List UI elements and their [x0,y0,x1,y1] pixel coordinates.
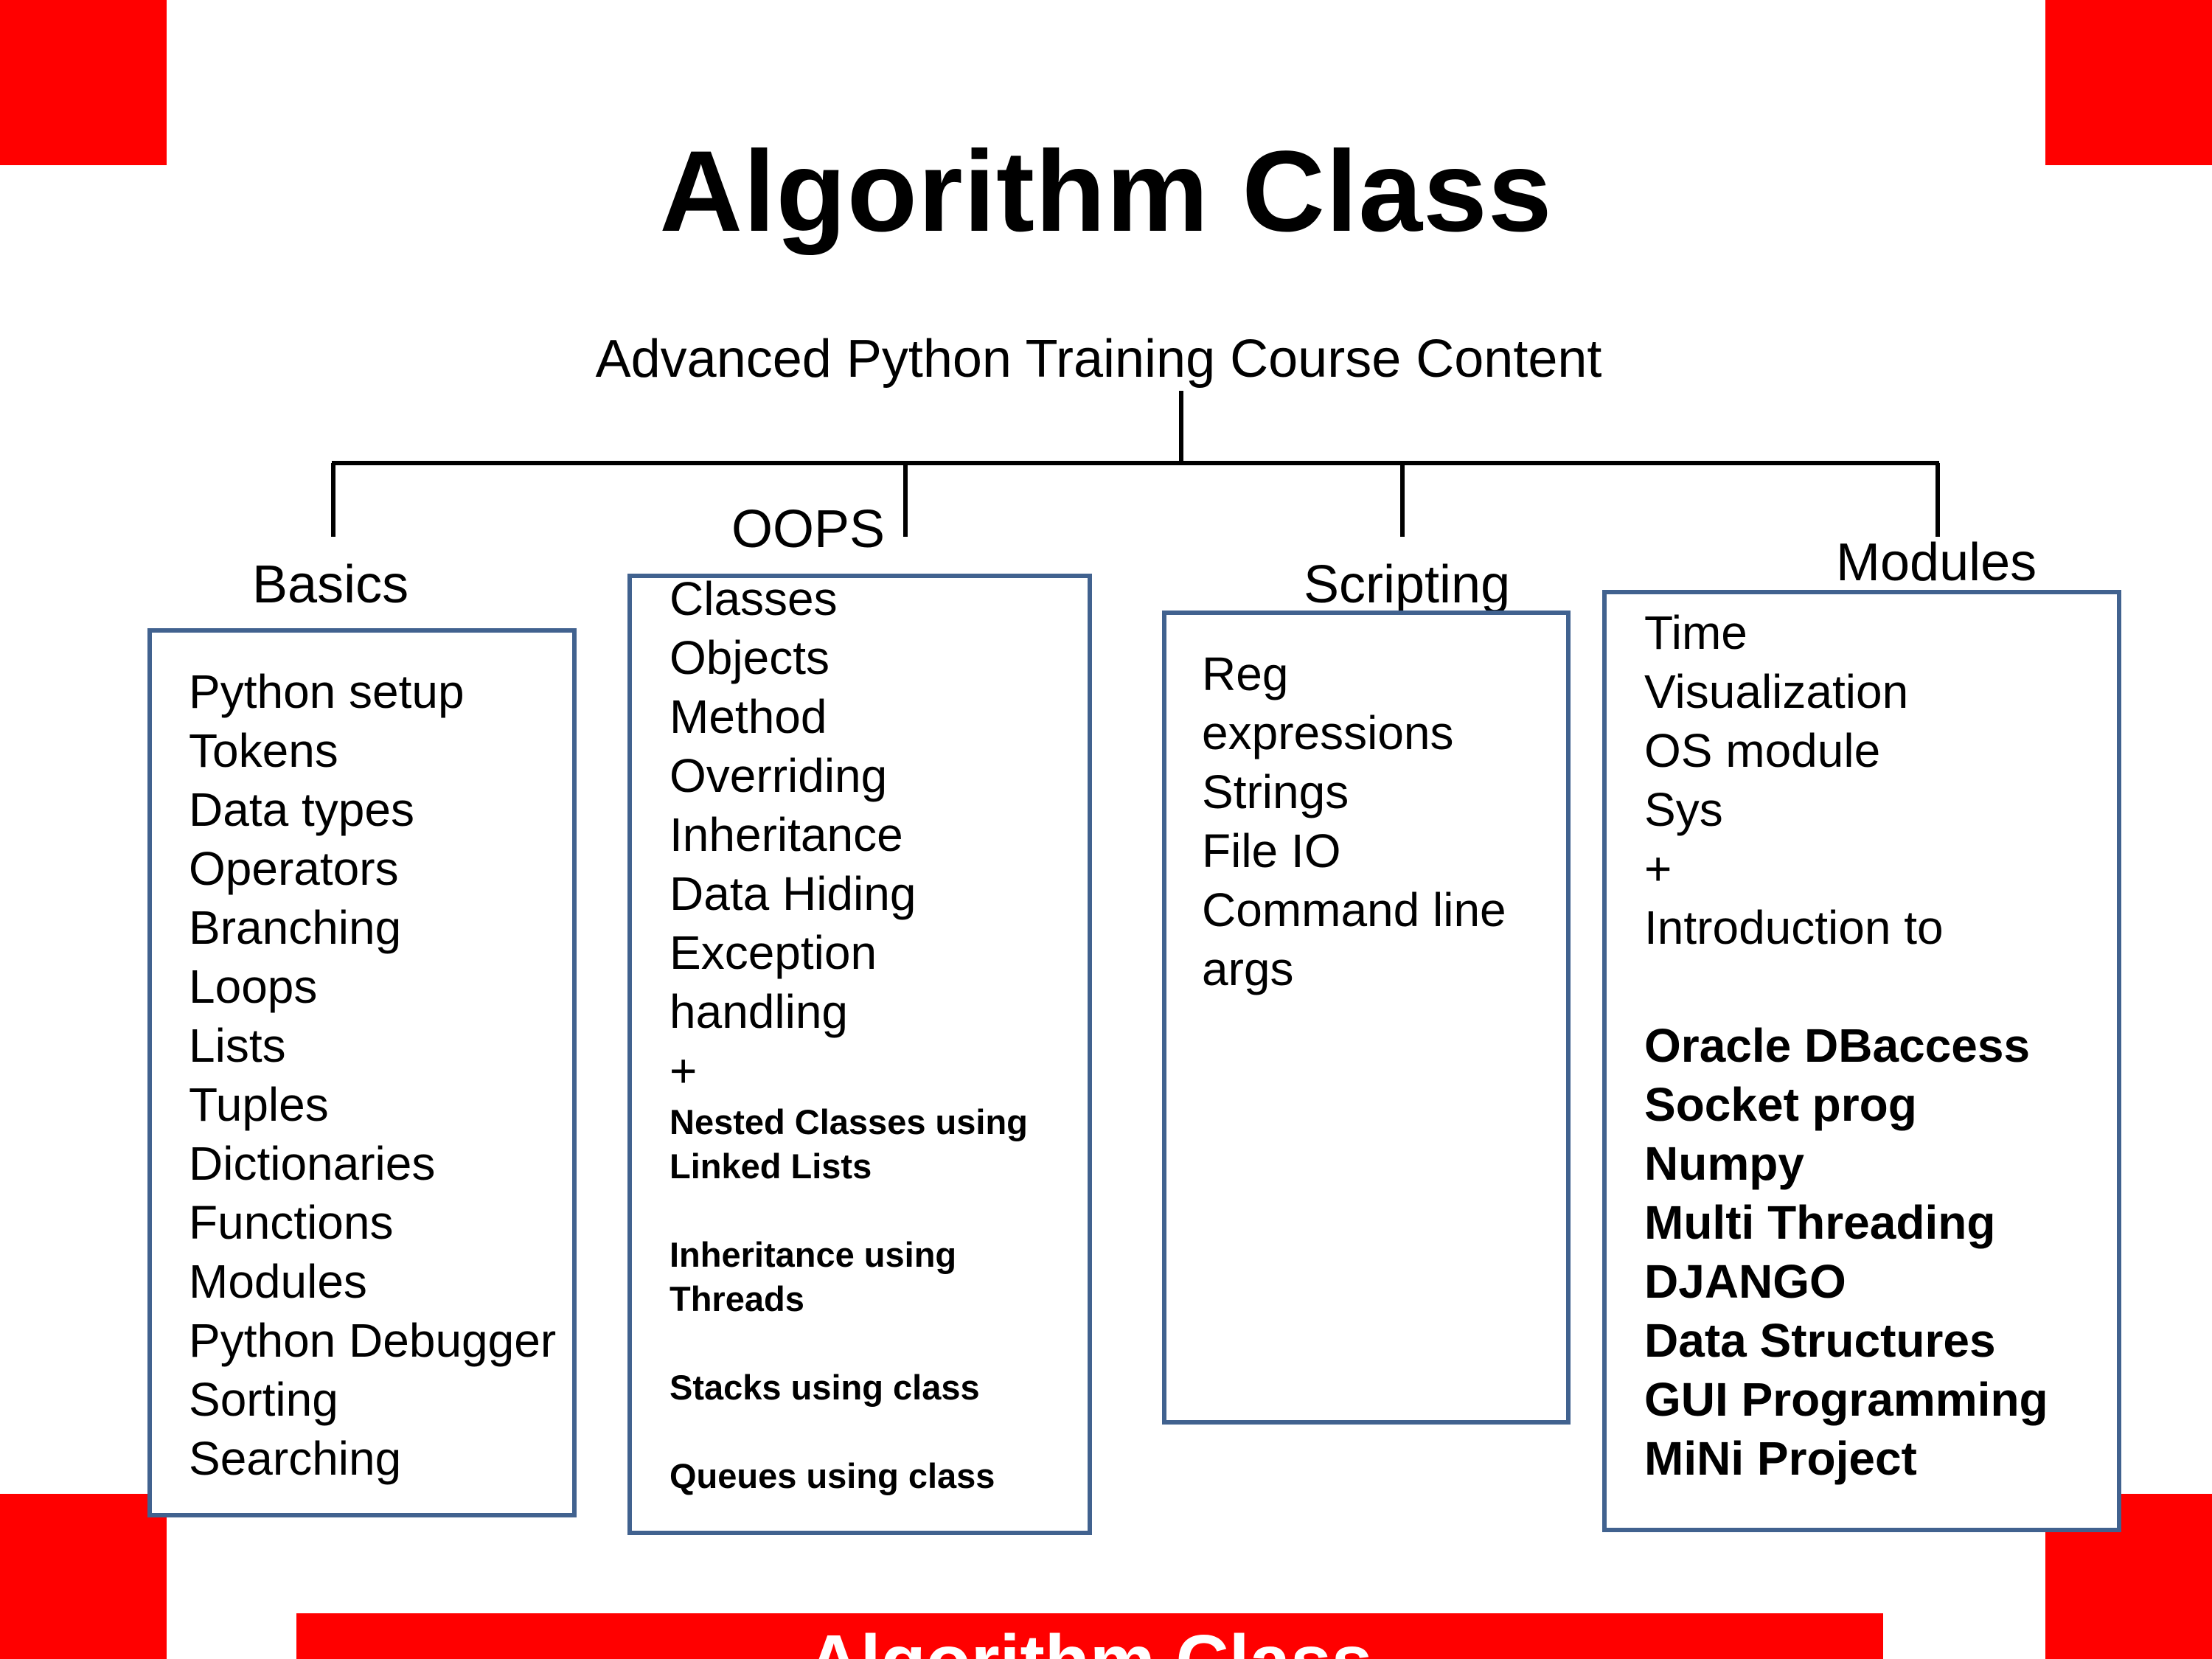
list-item: Sorting [189,1373,338,1426]
list-item: Introduction to [1644,901,1944,954]
list-scripting: Reg expressions Strings File IO Command … [1202,644,1506,998]
list-item: Lists [189,1019,286,1072]
list-item: Linked Lists [669,1147,872,1186]
category-label-basics: Basics [252,555,409,614]
list-item: + [669,1044,698,1097]
list-oops: Classes Objects Method Overriding Inheri… [669,569,1028,1498]
list-item: Oracle DBaccess [1644,1019,2031,1072]
list-item: Exception [669,926,877,979]
list-item: Time [1644,606,1747,659]
list-item: Functions [189,1196,394,1249]
list-item: OS module [1644,724,1881,777]
list-item: MiNi Project [1644,1432,1917,1485]
list-item: Visualization [1644,665,1909,718]
list-item: Operators [189,842,399,895]
list-basics: Python setup Tokens Data types Operators… [189,662,556,1488]
list-item: Stacks using class [669,1368,980,1407]
list-item: Data types [189,783,414,836]
list-item: expressions [1202,706,1454,759]
list-item: + [1644,842,1672,895]
footer-banner: Algorithm Class [296,1613,1883,1659]
list-item: Tokens [189,724,338,777]
list-item: Sys [1644,783,1723,836]
list-item: Tuples [189,1078,329,1131]
list-item: Searching [189,1432,402,1485]
list-item: Strings [1202,765,1349,818]
list-item: DJANGO [1644,1255,1846,1308]
list-item: Method [669,690,827,743]
list-item: Queues using class [669,1456,995,1495]
list-item: Branching [189,901,402,954]
list-item: Socket prog [1644,1078,1917,1131]
list-spacer [669,1189,1028,1233]
list-item: Numpy [1644,1137,1804,1190]
list-item: Threads [669,1279,804,1318]
list-item: Inheritance [669,808,903,861]
list-item: Dictionaries [189,1137,436,1190]
list-item: File IO [1202,824,1341,877]
list-item: Modules [189,1255,367,1308]
list-item: Command line [1202,883,1506,936]
list-item: Data Structures [1644,1314,1996,1367]
list-spacer [669,1410,1028,1454]
category-label-oops: OOPS [731,500,886,559]
list-modules: Time Visualization OS module Sys + Intro… [1644,603,2048,1488]
list-item: Loops [189,960,318,1013]
list-item: Classes [669,572,838,625]
list-spacer [1644,957,2048,1016]
list-item: handling [669,985,848,1038]
list-item: Python Debugger [189,1314,557,1367]
list-item: Overriding [669,749,888,802]
list-spacer [669,1321,1028,1366]
list-item: Inheritance using [669,1235,957,1274]
list-item: Nested Classes using [669,1102,1028,1141]
footer-text: Algorithm Class [296,1621,1883,1659]
list-item: Python setup [189,665,465,718]
list-item: Reg [1202,647,1289,700]
list-item: Objects [669,631,830,684]
category-label-scripting: Scripting [1304,555,1511,614]
list-item: Data Hiding [669,867,917,920]
list-item: Multi Threading [1644,1196,1996,1249]
category-label-modules: Modules [1836,533,2037,592]
list-item: args [1202,942,1294,995]
list-item: GUI Programming [1644,1373,2048,1426]
